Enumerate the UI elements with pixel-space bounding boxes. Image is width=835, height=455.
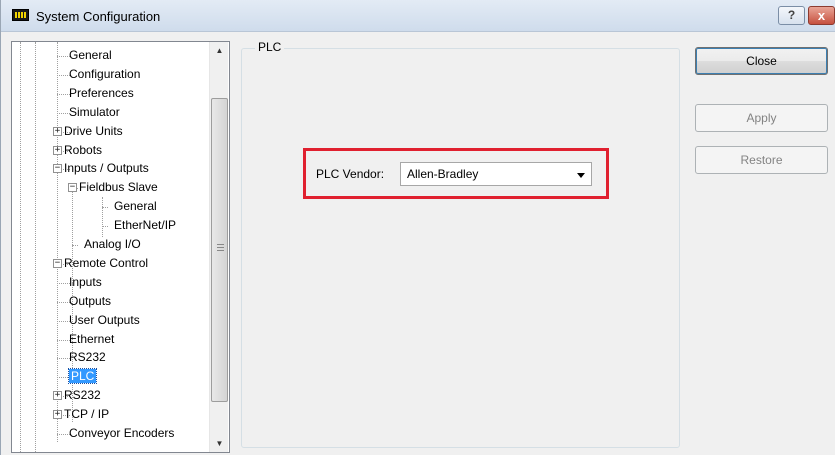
tree-item-label: RS232 xyxy=(64,388,101,403)
restore-button[interactable]: Restore xyxy=(695,146,828,174)
tree-item[interactable]: General xyxy=(114,198,157,215)
tree-item[interactable]: RS232 xyxy=(64,387,101,404)
tree-item-label: Ethernet xyxy=(69,331,115,346)
system-configuration-window: System Configuration ? x General Configur… xyxy=(0,0,835,455)
tree-item-label: Configuration xyxy=(69,66,141,81)
tree-item[interactable]: Drive Units xyxy=(64,123,123,140)
close-button[interactable]: Close xyxy=(695,47,828,75)
tree-item-label: Remote Control xyxy=(64,255,149,270)
tree-item[interactable]: PLC xyxy=(67,368,98,385)
tree-item[interactable]: Remote Control xyxy=(64,255,148,272)
tree-item[interactable]: Analog I/O xyxy=(84,236,141,253)
grip-icon xyxy=(217,244,224,251)
tree-item[interactable]: RS232 xyxy=(69,349,106,366)
apply-button[interactable]: Apply xyxy=(695,104,828,132)
tree-item-label: Simulator xyxy=(69,104,120,119)
tree-item[interactable]: Configuration xyxy=(69,66,140,83)
expand-plus-icon[interactable]: + xyxy=(53,410,62,420)
title-bar: System Configuration ? x xyxy=(1,0,835,32)
tree-item[interactable]: Preferences xyxy=(69,85,134,102)
app-icon xyxy=(12,9,29,21)
plc-group-box xyxy=(241,48,680,448)
tree-item-label: EtherNet/IP xyxy=(114,218,177,233)
tree-item[interactable]: TCP / IP xyxy=(64,406,109,423)
tree-item-label: Preferences xyxy=(69,85,134,100)
tree-item-label: General xyxy=(114,199,157,214)
tree-item[interactable]: Fieldbus Slave xyxy=(79,179,158,196)
tree-item[interactable]: Inputs xyxy=(69,274,102,291)
tree-item[interactable]: Ethernet xyxy=(69,331,114,348)
tree-item-label: Fieldbus Slave xyxy=(79,180,158,195)
collapse-minus-icon[interactable]: − xyxy=(53,258,62,268)
tree-item-label: RS232 xyxy=(69,350,106,365)
tree-item[interactable]: Inputs / Outputs xyxy=(64,160,149,177)
tree-item-label: Drive Units xyxy=(64,123,123,138)
window-title: System Configuration xyxy=(36,9,161,24)
settings-tree[interactable]: General Configuration Preferences Simulator… xyxy=(11,41,230,453)
tree-scrollbar[interactable]: ▲ ▼ xyxy=(209,42,228,452)
tree-item-label: Inputs xyxy=(69,274,102,289)
tree-item-label: Inputs / Outputs xyxy=(64,161,149,176)
collapse-minus-icon[interactable]: − xyxy=(68,183,77,193)
tree-item-label: TCP / IP xyxy=(64,407,110,422)
tree-item[interactable]: User Outputs xyxy=(69,312,140,329)
help-button[interactable]: ? xyxy=(778,6,805,25)
collapse-minus-icon[interactable]: − xyxy=(53,164,62,174)
scroll-up-arrow-icon[interactable]: ▲ xyxy=(210,42,229,59)
tree-item[interactable]: Simulator xyxy=(69,104,120,121)
scroll-down-arrow-icon[interactable]: ▼ xyxy=(210,435,229,452)
tree-item-label: Conveyor Encoders xyxy=(69,426,175,440)
tree-item[interactable]: Conveyor Encoders xyxy=(69,425,174,442)
tree-item-label: User Outputs xyxy=(69,312,140,327)
tree-item-label: General xyxy=(69,48,112,62)
tree-item[interactable]: Outputs xyxy=(69,293,111,310)
tree-item[interactable]: Robots xyxy=(64,142,102,159)
highlight-annotation xyxy=(303,148,609,199)
tree-item-label: PLC xyxy=(67,368,98,385)
tree-item[interactable]: EtherNet/IP xyxy=(114,217,176,234)
expand-plus-icon[interactable]: + xyxy=(53,391,62,401)
expand-plus-icon[interactable]: + xyxy=(53,126,62,136)
tree-item-label: Robots xyxy=(64,142,103,157)
tree-item[interactable]: General xyxy=(69,47,112,64)
window-close-button[interactable]: x xyxy=(808,6,835,25)
tree-item-label: Outputs xyxy=(69,293,112,308)
group-title: PLC xyxy=(255,40,285,54)
tree-item-label: Analog I/O xyxy=(84,237,141,251)
expand-plus-icon[interactable]: + xyxy=(53,145,62,155)
scroll-thumb[interactable] xyxy=(211,98,228,402)
